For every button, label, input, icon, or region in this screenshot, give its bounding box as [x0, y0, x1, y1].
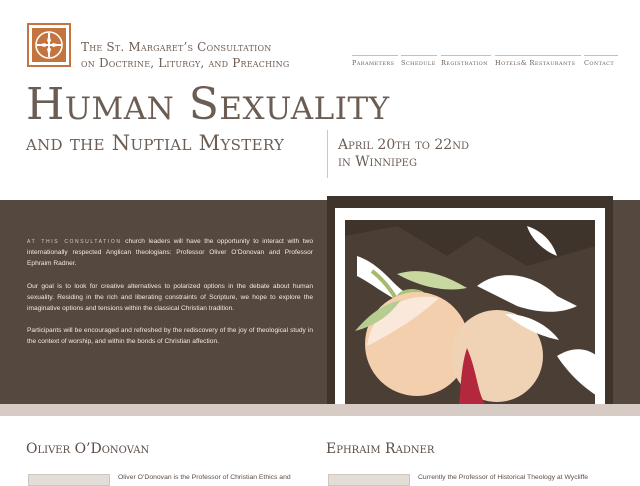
title-divider	[327, 130, 328, 178]
intro-text: at this consultation church leaders will…	[27, 236, 313, 359]
nav-parameters[interactable]: Parameters	[352, 55, 398, 71]
event-dates: April 20th to 22nd in Winnipeg	[338, 137, 469, 171]
speaker-photo-radner	[328, 474, 410, 486]
nav-hotels-restaurants[interactable]: Hotels& Restaurants	[495, 55, 581, 71]
speaker-name-odonovan: Oliver O’Donovan	[26, 441, 150, 457]
speaker-bio-radner: Currently the Professor of Historical Th…	[418, 474, 589, 481]
main-nav: Parameters Schedule Registration Hotels&…	[352, 55, 618, 69]
page-subtitle: and the Nuptial Mystery	[26, 131, 285, 155]
pomegranate-art	[335, 208, 605, 404]
nav-registration[interactable]: Registration	[441, 55, 491, 71]
speaker-name-radner: Ephraim Radner	[326, 441, 435, 457]
cross-logo-icon[interactable]	[27, 23, 71, 67]
dates-line-2: in Winnipeg	[338, 154, 417, 170]
nav-contact[interactable]: Contact	[584, 55, 618, 71]
intro-paragraph-2: Our goal is to look for creative alterna…	[27, 282, 313, 313]
dates-line-1: April 20th to 22nd	[338, 137, 469, 153]
speaker-photo-odonovan	[28, 474, 110, 486]
org-line-1: The St. Margaret’s Consultation	[81, 40, 272, 54]
cross-glyph	[35, 31, 63, 59]
intro-paragraph-1: at this consultation church leaders will…	[27, 236, 313, 270]
intro-paragraph-3: Participants will be encouraged and refr…	[27, 327, 313, 346]
pomegranate-illustration	[327, 196, 613, 404]
intro-lead: at this consultation	[27, 238, 122, 245]
organization-name: The St. Margaret’s Consultation on Doctr…	[81, 39, 289, 71]
speaker-bio-odonovan: Oliver O’Donovan is the Professor of Chr…	[118, 474, 291, 481]
org-line-2: on Doctrine, Liturgy, and Preaching	[81, 56, 290, 70]
nav-schedule[interactable]: Schedule	[401, 55, 437, 71]
divider-strip	[0, 404, 640, 416]
page-title: Human Sexuality	[26, 79, 390, 130]
site-header: The St. Margaret’s Consultation on Doctr…	[0, 0, 640, 200]
